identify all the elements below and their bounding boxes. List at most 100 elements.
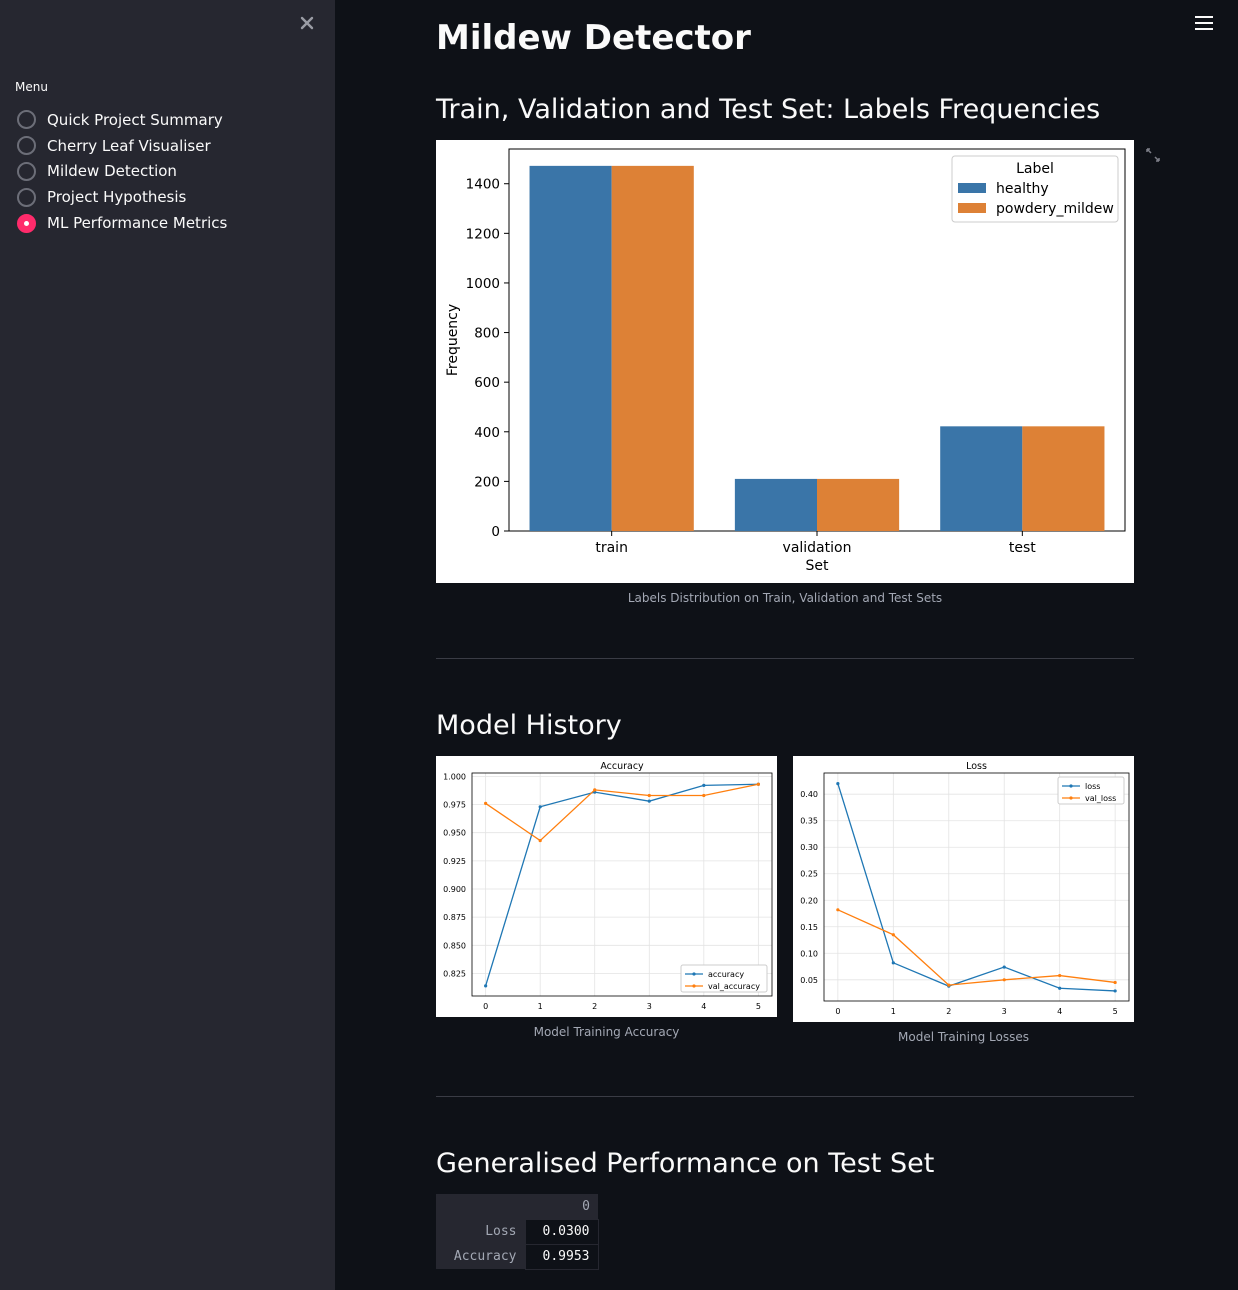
legend-entry: powdery_mildew xyxy=(996,201,1114,217)
legend-entry: healthy xyxy=(996,181,1049,197)
menu-item-ml-performance-metrics[interactable]: ML Performance Metrics xyxy=(17,210,227,236)
chart-title: Accuracy xyxy=(600,761,644,772)
loss-plot: 0 1 2 3 4 5 0.05 0.10 0.15 0.20 0.25 0.30 0.35 0.40 Lo… xyxy=(793,756,1134,1022)
y-tick-label: 0.40 xyxy=(800,790,818,799)
x-tick-label: 0 xyxy=(483,1002,488,1011)
y-tick-label: 0.850 xyxy=(443,941,466,950)
x-axis-label: Set xyxy=(806,558,830,574)
close-icon xyxy=(300,16,314,30)
x-tick-label: 1 xyxy=(538,1002,543,1011)
x-tick-label: 3 xyxy=(647,1002,652,1011)
menu-item-label: Quick Project Summary xyxy=(47,110,223,129)
table-corner-cell xyxy=(436,1194,525,1219)
y-tick-label: 0.05 xyxy=(800,976,818,985)
divider xyxy=(436,1096,1134,1097)
legend-marker-val_loss xyxy=(1069,796,1073,800)
bar-healthy-test xyxy=(940,426,1023,531)
chart-title: Loss xyxy=(966,761,987,772)
row-label: Loss xyxy=(436,1219,525,1244)
accuracy-caption: Model Training Accuracy xyxy=(533,1025,680,1039)
menu-item-label: ML Performance Metrics xyxy=(47,214,228,233)
x-tick-label: 3 xyxy=(1002,1007,1007,1016)
y-tick-label: 1400 xyxy=(466,177,500,193)
radio-selected-icon[interactable] xyxy=(17,213,36,233)
data-point-loss xyxy=(1058,986,1062,990)
y-tick-label: 200 xyxy=(474,474,500,490)
legend-swatch-healthy xyxy=(958,183,986,193)
data-point-loss xyxy=(1002,965,1006,969)
page-title: Mildew Detector xyxy=(436,18,751,58)
legend-entry: accuracy xyxy=(708,970,744,979)
menu-item-label: Mildew Detection xyxy=(47,162,177,181)
y-tick-label: 0.950 xyxy=(443,829,466,838)
x-tick-label: validation xyxy=(783,540,852,556)
labels-frequency-chart: 0 200 400 600 800 1000 1200 1400 train validation… xyxy=(445,148,1126,574)
y-tick-label: 0.15 xyxy=(800,923,818,932)
radio-unselected-icon[interactable] xyxy=(17,187,36,207)
bar-powdery_mildew-test xyxy=(1022,426,1105,531)
close-sidebar-button[interactable] xyxy=(297,13,317,33)
table-header-row: 0 xyxy=(436,1194,598,1219)
radio-unselected-icon[interactable] xyxy=(17,161,36,181)
menu-item-cherry-leaf-visualiser[interactable]: Cherry Leaf Visualiser xyxy=(17,133,227,159)
labels-caption: Labels Distribution on Train, Validation… xyxy=(627,591,943,605)
y-tick-label: 1.000 xyxy=(443,772,466,781)
menu-item-quick-project-summary[interactable]: Quick Project Summary xyxy=(17,107,227,133)
divider xyxy=(436,658,1134,659)
x-tick-label: 2 xyxy=(592,1002,597,1011)
legend-entry: val_loss xyxy=(1085,794,1116,803)
data-point-val_accuracy xyxy=(647,793,651,798)
y-axis-label: Frequency xyxy=(445,304,461,376)
radio-unselected-icon[interactable] xyxy=(17,110,36,130)
y-tick-label: 600 xyxy=(474,375,500,391)
legend-marker-accuracy xyxy=(692,972,696,976)
main-menu-button[interactable] xyxy=(1195,16,1213,32)
accuracy-chart: 0 1 2 3 4 5 0.825 0.850 0.875 0.900 0.925 0.950 0.97… xyxy=(443,761,773,1011)
y-tick-label: 0.25 xyxy=(800,870,818,879)
menu-radio-group: Quick Project Summary Cherry Leaf Visuali… xyxy=(17,107,227,236)
x-tick-label: 5 xyxy=(756,1002,761,1011)
x-tick-label: 2 xyxy=(946,1007,951,1016)
data-point-val_loss xyxy=(836,908,840,912)
legend-entry: val_accuracy xyxy=(708,982,760,991)
section-title-performance: Generalised Performance on Test Set xyxy=(436,1148,935,1179)
x-tick-label: 4 xyxy=(1057,1007,1062,1016)
bar-healthy-validation xyxy=(734,478,817,531)
y-tick-label: 1200 xyxy=(466,226,500,242)
radio-unselected-icon[interactable] xyxy=(17,136,36,156)
table-row: Accuracy 0.9953 xyxy=(436,1243,599,1270)
y-tick-label: 0.10 xyxy=(800,949,818,958)
y-tick-label: 0.925 xyxy=(443,857,466,866)
y-tick-label: 0.35 xyxy=(800,817,818,826)
y-tick-label: 0 xyxy=(491,524,500,540)
data-point-accuracy xyxy=(647,799,651,803)
data-point-val_loss xyxy=(891,933,895,937)
data-point-val_accuracy xyxy=(756,782,760,786)
menu-item-project-hypothesis[interactable]: Project Hypothesis xyxy=(17,184,227,210)
x-tick-label: train xyxy=(595,540,628,556)
expand-icon xyxy=(1146,148,1160,162)
data-point-val_accuracy xyxy=(484,801,488,806)
data-point-accuracy xyxy=(484,984,488,988)
bar-powdery_mildew-train xyxy=(611,165,694,531)
legend-entry: loss xyxy=(1085,782,1100,791)
data-point-val_accuracy xyxy=(702,793,706,798)
data-point-val_accuracy xyxy=(538,838,542,843)
menu-item-label: Cherry Leaf Visualiser xyxy=(47,136,211,155)
menu-item-mildew-detection[interactable]: Mildew Detection xyxy=(17,159,227,185)
data-point-val_loss xyxy=(1058,973,1062,978)
hamburger-icon xyxy=(1195,16,1213,30)
table-column-header: 0 xyxy=(525,1194,598,1219)
data-point-loss xyxy=(891,961,895,965)
legend-marker-loss xyxy=(1069,784,1073,788)
legend-swatch-powdery_mildew xyxy=(958,203,986,213)
y-tick-label: 0.900 xyxy=(443,885,466,894)
fullscreen-button[interactable] xyxy=(1145,147,1161,163)
x-tick-label: 5 xyxy=(1113,1007,1118,1016)
data-point-val_loss xyxy=(1002,978,1006,982)
data-point-loss xyxy=(1113,989,1117,993)
y-tick-label: 1000 xyxy=(466,276,500,292)
data-point-val_loss xyxy=(947,983,951,987)
y-tick-label: 0.825 xyxy=(443,969,466,978)
table-row: Loss 0.0300 xyxy=(436,1218,599,1245)
